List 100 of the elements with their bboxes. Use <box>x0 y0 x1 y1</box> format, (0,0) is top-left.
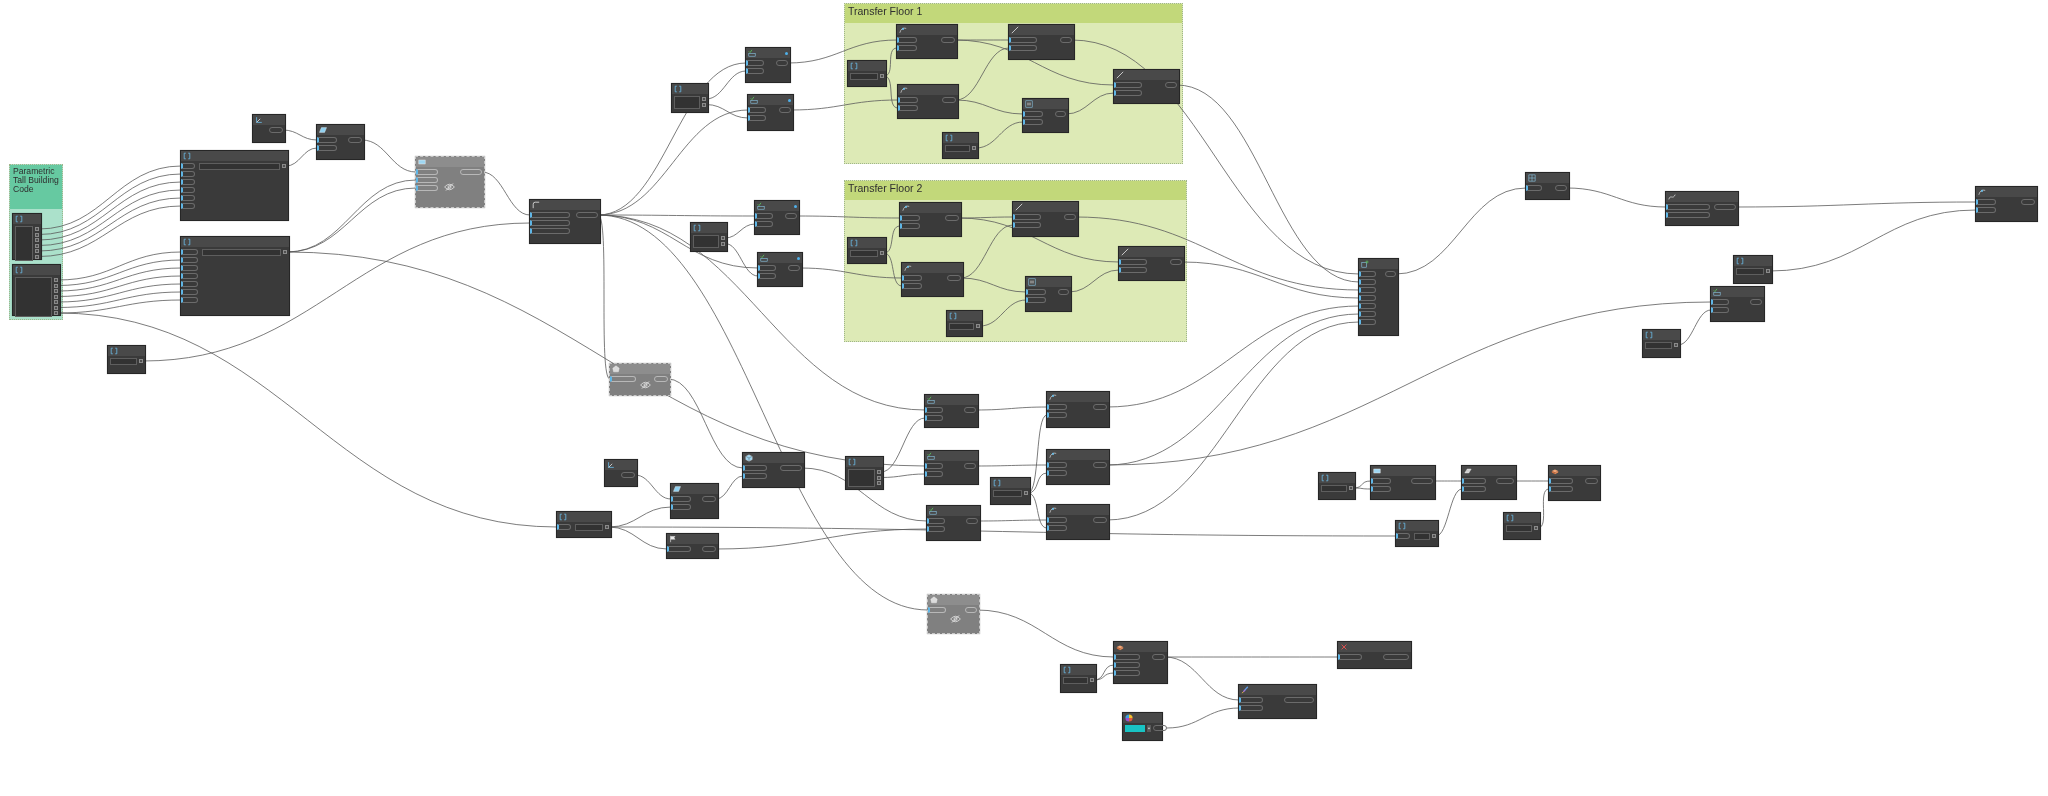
node-card[interactable] <box>942 132 979 159</box>
input-port[interactable] <box>1371 478 1391 484</box>
node-card[interactable] <box>1337 641 1412 669</box>
input-port[interactable] <box>181 265 198 271</box>
node-card[interactable] <box>690 222 728 252</box>
node-card[interactable] <box>1975 186 2038 222</box>
node-card[interactable] <box>1733 255 1773 284</box>
input-port[interactable] <box>181 203 195 209</box>
input-port[interactable] <box>667 546 691 552</box>
input-port[interactable] <box>927 526 945 532</box>
input-port[interactable] <box>1114 82 1142 88</box>
input-port[interactable] <box>900 215 920 221</box>
node-card[interactable] <box>924 450 979 485</box>
node-card[interactable] <box>1012 201 1079 237</box>
input-port[interactable] <box>1119 259 1147 265</box>
input-port[interactable] <box>1462 486 1486 492</box>
input-port[interactable] <box>1047 462 1067 468</box>
input-port[interactable] <box>181 249 198 255</box>
input-port[interactable] <box>1114 670 1140 676</box>
input-port[interactable] <box>900 223 920 229</box>
node-card[interactable] <box>847 237 887 264</box>
code-field[interactable] <box>15 226 33 261</box>
input-port[interactable] <box>925 471 943 477</box>
node-card[interactable] <box>107 345 146 374</box>
node-card[interactable] <box>180 150 289 221</box>
input-port[interactable] <box>317 137 337 143</box>
input-port[interactable] <box>1359 279 1376 285</box>
input-port[interactable] <box>1239 697 1263 703</box>
code-field[interactable] <box>945 145 970 152</box>
input-port[interactable] <box>1359 295 1376 301</box>
input-port[interactable] <box>1114 662 1140 668</box>
input-port[interactable] <box>925 463 943 469</box>
input-port[interactable] <box>743 465 767 471</box>
input-port[interactable] <box>1114 90 1142 96</box>
input-port[interactable] <box>181 171 195 177</box>
node-card[interactable] <box>1060 664 1097 693</box>
node-card[interactable] <box>1113 69 1180 104</box>
code-field[interactable] <box>1414 533 1430 540</box>
code-field[interactable] <box>850 250 878 257</box>
input-port[interactable] <box>530 228 570 234</box>
code-field[interactable] <box>199 163 280 170</box>
node-card[interactable] <box>1710 286 1765 322</box>
input-port[interactable] <box>416 177 438 183</box>
input-port[interactable] <box>1711 299 1729 305</box>
node-card[interactable] <box>901 262 964 297</box>
node-card[interactable] <box>1461 465 1517 500</box>
input-port[interactable] <box>1026 297 1046 303</box>
node-card[interactable] <box>897 84 959 119</box>
code-field[interactable] <box>693 235 719 248</box>
node-card[interactable] <box>1665 191 1739 226</box>
node-card[interactable] <box>899 202 962 237</box>
input-port[interactable] <box>181 257 198 263</box>
input-port[interactable] <box>181 297 198 303</box>
code-field[interactable] <box>993 490 1022 497</box>
input-port[interactable] <box>1013 222 1041 228</box>
input-port[interactable] <box>1023 119 1043 125</box>
node-card[interactable] <box>847 60 887 87</box>
input-port[interactable] <box>181 163 195 169</box>
code-field[interactable] <box>202 249 281 256</box>
node-card[interactable] <box>1548 465 1601 501</box>
input-port[interactable] <box>1666 212 1710 218</box>
input-port[interactable] <box>181 179 195 185</box>
input-port[interactable] <box>1013 214 1041 220</box>
input-port[interactable] <box>1396 533 1410 539</box>
node-card[interactable] <box>754 200 800 235</box>
code-field[interactable] <box>850 73 878 80</box>
node-card[interactable] <box>666 533 719 559</box>
input-port[interactable] <box>181 281 198 287</box>
input-port[interactable] <box>1114 654 1140 660</box>
node-card[interactable] <box>924 394 979 428</box>
code-field[interactable] <box>949 323 974 330</box>
input-port[interactable] <box>1359 303 1376 309</box>
input-port[interactable] <box>1666 204 1710 210</box>
input-port[interactable] <box>1026 289 1046 295</box>
input-port[interactable] <box>1359 271 1376 277</box>
input-port[interactable] <box>1047 412 1067 418</box>
input-port[interactable] <box>1462 478 1486 484</box>
input-port[interactable] <box>1047 404 1067 410</box>
node-card[interactable] <box>1022 98 1069 133</box>
input-port[interactable] <box>181 289 198 295</box>
node-card[interactable] <box>1395 520 1439 547</box>
code-field[interactable] <box>110 358 137 365</box>
input-port[interactable] <box>1549 478 1573 484</box>
input-port[interactable] <box>902 275 922 281</box>
code-field[interactable] <box>575 524 603 531</box>
node-card[interactable] <box>1118 246 1185 281</box>
input-port[interactable] <box>181 195 195 201</box>
input-port[interactable] <box>746 68 764 74</box>
output-port[interactable] <box>1153 725 1167 731</box>
node-card[interactable] <box>1025 276 1072 312</box>
input-port[interactable] <box>1023 111 1043 117</box>
node-card[interactable] <box>670 483 719 519</box>
node-card[interactable] <box>12 213 42 260</box>
node-card[interactable] <box>1046 449 1110 485</box>
input-port[interactable] <box>743 473 767 479</box>
input-port[interactable] <box>557 524 571 530</box>
node-card[interactable] <box>757 252 803 287</box>
input-port[interactable] <box>1359 287 1376 293</box>
input-port[interactable] <box>1009 45 1037 51</box>
input-port[interactable] <box>1047 517 1067 523</box>
